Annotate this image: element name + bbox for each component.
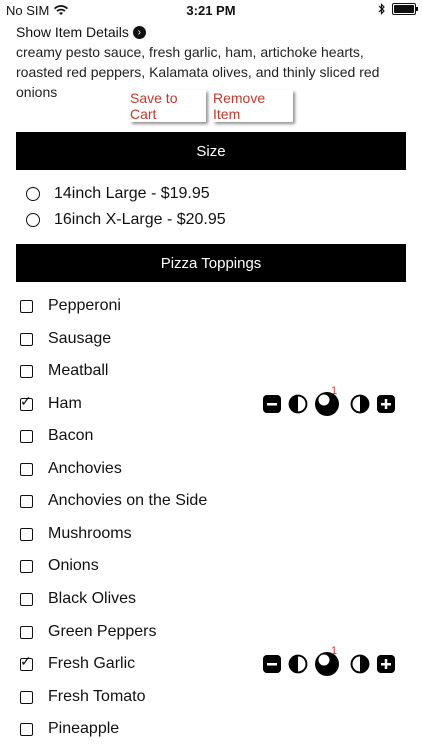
portion-controls: 1 xyxy=(262,645,396,679)
checkbox[interactable] xyxy=(20,722,33,736)
checkbox[interactable] xyxy=(20,690,33,704)
checkmark-icon: ✓ xyxy=(20,392,32,409)
checkmark-icon: ✓ xyxy=(20,652,32,669)
portion-badge: 1 xyxy=(331,385,338,397)
topping-row-sausage[interactable]: Sausage xyxy=(20,324,406,354)
checkbox[interactable] xyxy=(20,559,33,573)
whole-portion-control[interactable]: 1 xyxy=(314,645,344,677)
topping-label: Mushrooms xyxy=(48,525,132,542)
status-bar: No SIM 3:21 PM xyxy=(0,0,422,20)
checkbox[interactable] xyxy=(20,332,33,346)
chevron-right-circle-icon: › xyxy=(132,25,146,39)
checkbox[interactable] xyxy=(20,364,33,378)
topping-label: Pineapple xyxy=(48,720,120,737)
size-option-14inch[interactable]: 14inch Large - $19.95 xyxy=(26,185,210,203)
size-option-label: 14inch Large - $19.95 xyxy=(54,185,210,202)
show-item-details-link[interactable]: Show Item Details › xyxy=(16,24,146,40)
status-right-group xyxy=(378,3,418,15)
checkbox[interactable] xyxy=(20,429,33,443)
checkbox[interactable] xyxy=(20,592,33,606)
topping-label: Onions xyxy=(48,557,99,574)
remove-item-button[interactable]: Remove Item xyxy=(213,90,293,122)
portion-badge: 1 xyxy=(331,645,338,657)
topping-row-pineapple[interactable]: Pineapple xyxy=(20,714,406,744)
left-half-icon[interactable] xyxy=(288,394,308,414)
topping-row-ham[interactable]: ✓ Ham 1 xyxy=(20,385,406,419)
topping-label: Ham xyxy=(48,395,82,412)
minus-square-icon[interactable] xyxy=(262,394,282,414)
topping-row-green-peppers[interactable]: Green Peppers xyxy=(20,617,406,647)
topping-row-black-olives[interactable]: Black Olives xyxy=(20,584,406,614)
show-item-details-label: Show Item Details xyxy=(16,24,129,40)
topping-label: Anchovies on the Side xyxy=(48,492,208,509)
checkbox[interactable] xyxy=(20,494,33,508)
topping-row-fresh-garlic[interactable]: ✓ Fresh Garlic 1 xyxy=(20,645,406,679)
size-section-header: Size xyxy=(16,132,406,170)
topping-row-onions[interactable]: Onions xyxy=(20,551,406,581)
checkbox[interactable] xyxy=(20,527,33,541)
topping-label: Anchovies xyxy=(48,460,122,477)
bluetooth-icon xyxy=(378,3,385,15)
checkbox-checked[interactable]: ✓ xyxy=(20,394,33,411)
checkbox[interactable] xyxy=(20,462,33,476)
item-description: creamy pesto sauce, fresh garlic, ham, a… xyxy=(16,44,380,100)
topping-label: Green Peppers xyxy=(48,623,157,640)
topping-label: Fresh Tomato xyxy=(48,688,146,705)
checkbox[interactable] xyxy=(20,299,33,313)
battery-icon xyxy=(392,3,418,15)
topping-row-mushrooms[interactable]: Mushrooms xyxy=(20,519,406,549)
radio-button[interactable] xyxy=(26,187,40,201)
topping-label: Meatball xyxy=(48,362,109,379)
size-option-label: 16inch X-Large - $20.95 xyxy=(54,211,226,228)
topping-label: Pepperoni xyxy=(48,297,121,314)
left-half-icon[interactable] xyxy=(288,654,308,674)
plus-square-icon[interactable] xyxy=(376,654,396,674)
topping-row-bacon[interactable]: Bacon xyxy=(20,421,406,451)
minus-square-icon[interactable] xyxy=(262,654,282,674)
topping-label: Fresh Garlic xyxy=(48,655,136,672)
checkbox[interactable] xyxy=(20,625,33,639)
topping-row-anchovies-on-the-side[interactable]: Anchovies on the Side xyxy=(20,486,406,516)
topping-label: Bacon xyxy=(48,427,94,444)
clock: 3:21 PM xyxy=(186,3,236,18)
radio-button[interactable] xyxy=(26,213,40,227)
save-to-cart-button[interactable]: Save to Cart xyxy=(130,90,206,122)
whole-portion-control[interactable]: 1 xyxy=(314,385,344,417)
topping-row-anchovies[interactable]: Anchovies xyxy=(20,454,406,484)
topping-label: Black Olives xyxy=(48,590,137,607)
plus-square-icon[interactable] xyxy=(376,394,396,414)
topping-label: Sausage xyxy=(48,330,112,347)
size-option-16inch[interactable]: 16inch X-Large - $20.95 xyxy=(26,211,226,229)
topping-row-fresh-tomato[interactable]: Fresh Tomato xyxy=(20,682,406,712)
pizza-toppings-section-header: Pizza Toppings xyxy=(16,244,406,282)
topping-row-meatball[interactable]: Meatball xyxy=(20,356,406,386)
checkbox-checked[interactable]: ✓ xyxy=(20,654,33,671)
topping-row-pepperoni[interactable]: Pepperoni xyxy=(20,291,406,321)
right-half-icon[interactable] xyxy=(350,654,370,674)
portion-controls: 1 xyxy=(262,385,396,419)
right-half-icon[interactable] xyxy=(350,394,370,414)
